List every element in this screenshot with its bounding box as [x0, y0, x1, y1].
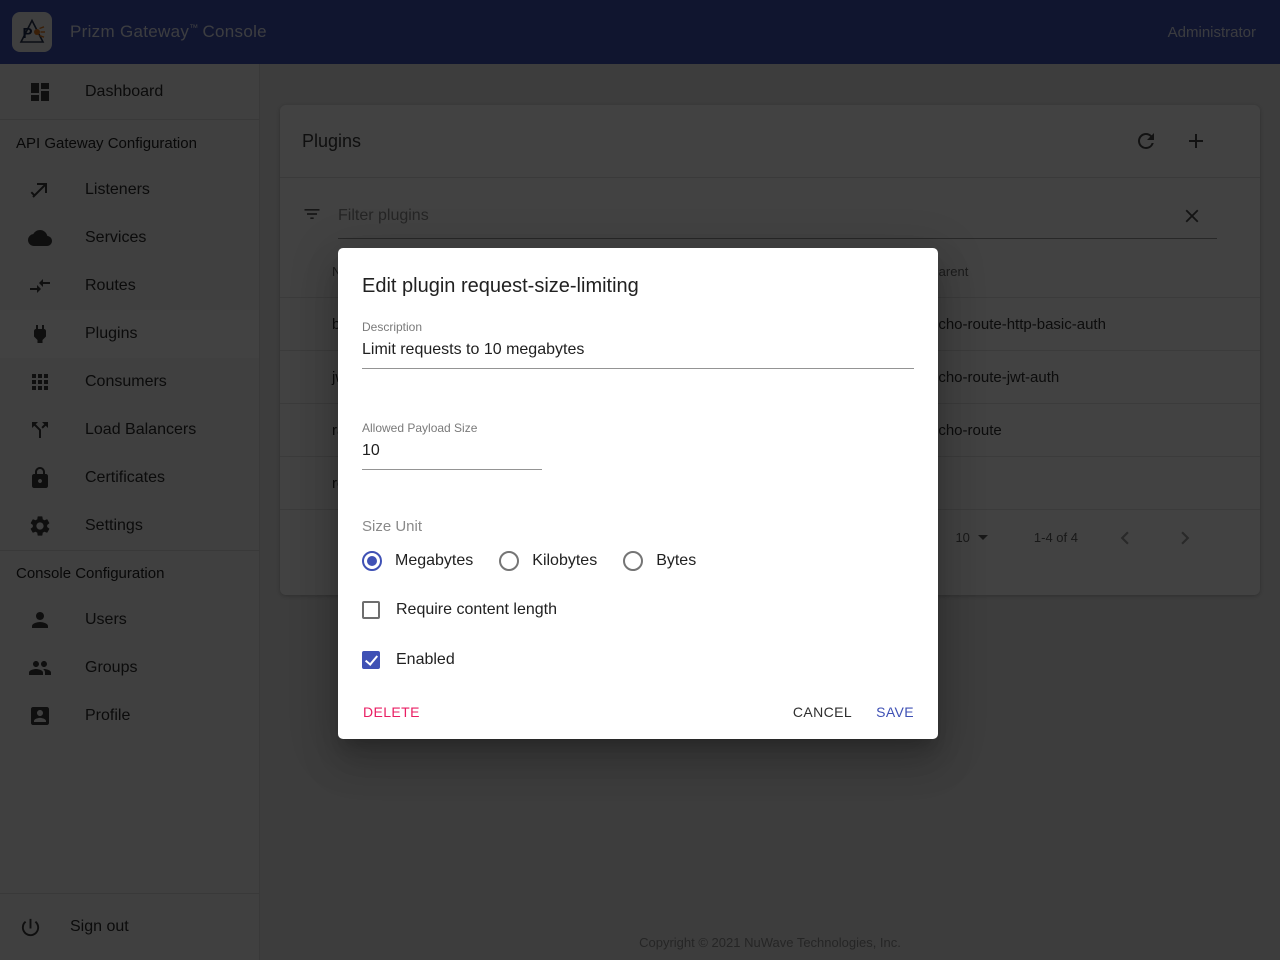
cancel-button[interactable]: CANCEL	[781, 695, 864, 729]
payload-size-field: Allowed Payload Size 10	[362, 421, 542, 470]
radio-label: Megabytes	[395, 552, 473, 570]
radio-kilobytes[interactable]: Kilobytes	[499, 551, 597, 571]
description-label: Description	[362, 320, 914, 334]
require-content-length-checkbox[interactable]: Require content length	[362, 601, 914, 619]
edit-plugin-dialog: Edit plugin request-size-limiting Descri…	[338, 248, 938, 739]
payload-size-label: Allowed Payload Size	[362, 421, 542, 435]
size-unit-label: Size Unit	[362, 518, 914, 535]
save-button[interactable]: SAVE	[864, 695, 926, 729]
dialog-actions: DELETE CANCEL SAVE	[351, 695, 926, 729]
radio-unselected-icon	[623, 551, 643, 571]
radio-label: Kilobytes	[532, 552, 597, 570]
radio-megabytes[interactable]: Megabytes	[362, 551, 473, 571]
description-field: Description Limit requests to 10 megabyt…	[362, 320, 914, 369]
enabled-checkbox[interactable]: Enabled	[362, 651, 914, 669]
radio-label: Bytes	[656, 552, 696, 570]
radio-unselected-icon	[499, 551, 519, 571]
checkbox-label: Require content length	[396, 601, 557, 619]
payload-size-input[interactable]: 10	[362, 442, 542, 470]
description-input[interactable]: Limit requests to 10 megabytes	[362, 341, 914, 369]
size-unit-radio-group: Megabytes Kilobytes Bytes	[362, 551, 914, 571]
radio-bytes[interactable]: Bytes	[623, 551, 696, 571]
dialog-title: Edit plugin request-size-limiting	[362, 272, 914, 300]
checkbox-label: Enabled	[396, 651, 455, 669]
delete-button[interactable]: DELETE	[351, 695, 432, 729]
app-root: P Prizm Gateway™Console Administrator Da…	[0, 0, 1280, 960]
checkbox-unchecked-icon	[362, 601, 380, 619]
checkbox-checked-icon	[362, 651, 380, 669]
radio-selected-icon	[362, 551, 382, 571]
